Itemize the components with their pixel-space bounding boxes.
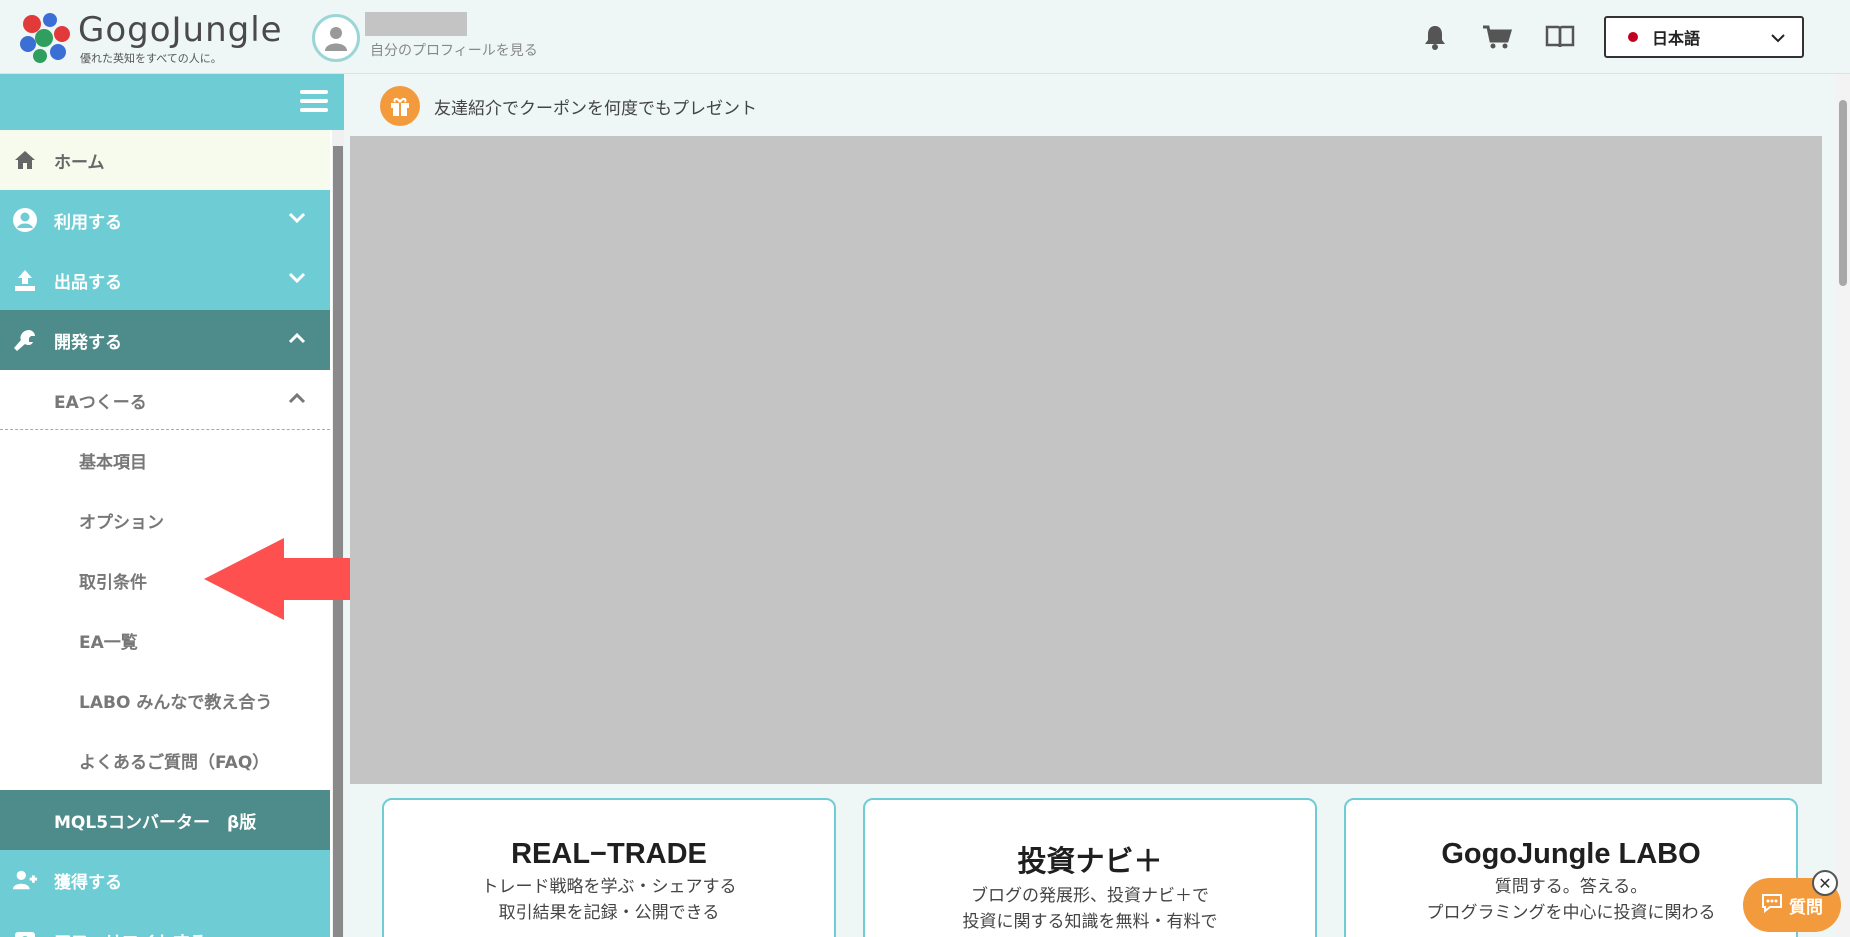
sidebar-item-faq[interactable]: よくあるご質問（FAQ）	[0, 730, 330, 790]
wrench-icon	[12, 327, 38, 353]
sidebar-scrollbar[interactable]	[332, 130, 344, 937]
service-card-real-trade[interactable]: REAL−TRADE トレード戦略を学ぶ・シェアする 取引結果を記録・公開できる	[382, 798, 836, 937]
affiliate-icon	[12, 927, 38, 937]
sidebar-item-label: MQL5コンバーター β版	[54, 812, 257, 833]
red-arrow-annotation-icon	[204, 538, 370, 620]
card-description: ブログの発展形、投資ナビ＋で	[971, 886, 1209, 906]
card-description: 取引結果を記録・公開できる	[498, 903, 720, 923]
gift-icon	[380, 86, 420, 126]
card-title: 投資ナビ＋	[1017, 846, 1163, 878]
referral-banner[interactable]: 友達紹介でクーポンを何度でもプレゼント	[380, 86, 757, 126]
page-scrollbar[interactable]	[1836, 74, 1850, 937]
profile-link[interactable]: 自分のプロフィールを見る	[370, 40, 538, 60]
sidebar-item-label: 獲得する	[54, 872, 122, 893]
sidebar-item-basic[interactable]: 基本項目	[0, 430, 330, 490]
sidebar-item-label: 基本項目	[79, 452, 147, 473]
sidebar-item-label: オプション	[79, 512, 164, 533]
chevron-up-icon	[288, 390, 306, 409]
sidebar-item-label: 取引条件	[79, 572, 147, 593]
sidebar-item-home[interactable]: ホーム	[0, 130, 330, 190]
sidebar: ホーム 利用する 出品する 開発する EAつくーる 基本項目 オプション 取引条…	[0, 74, 344, 937]
close-icon[interactable]: ✕	[1812, 870, 1838, 896]
cart-icon[interactable]	[1482, 22, 1512, 52]
hero-image-placeholder[interactable]	[350, 136, 1822, 784]
sidebar-item-label: EA一覧	[79, 632, 138, 653]
gogojungle-logo-icon[interactable]	[18, 10, 72, 64]
sidebar-item-label: アフィリエイトする	[54, 928, 207, 937]
user-name-redacted	[365, 12, 467, 36]
sidebar-item-label: ホーム	[54, 152, 105, 173]
logo-wordmark[interactable]: GogoJungle	[78, 10, 283, 50]
chevron-up-icon	[288, 330, 306, 349]
chevron-down-icon	[1770, 30, 1786, 50]
page-scrollbar-thumb[interactable]	[1839, 100, 1847, 286]
service-card-investment-navi[interactable]: 投資ナビ＋ ブログの発展形、投資ナビ＋で 投資に関する知識を無料・有料で	[863, 798, 1317, 937]
sidebar-item-earn[interactable]: 獲得する	[0, 850, 330, 910]
sidebar-item-label: 利用する	[54, 212, 122, 233]
user-circle-icon	[12, 207, 38, 233]
hamburger-menu-icon[interactable]	[300, 90, 328, 114]
logo-tagline: 優れた英知をすべての人に。	[80, 52, 222, 65]
sidebar-item-label: 開発する	[54, 332, 122, 353]
language-select[interactable]: 日本語	[1604, 16, 1804, 58]
card-description: トレード戦略を学ぶ・シェアする	[481, 877, 737, 897]
sidebar-item-label: EAつくーる	[54, 392, 147, 413]
sidebar-item-label: よくあるご質問（FAQ）	[79, 752, 270, 773]
avatar[interactable]	[312, 14, 360, 62]
home-icon	[12, 147, 38, 173]
card-title: REAL−TRADE	[511, 838, 707, 870]
sidebar-top-bar	[0, 74, 344, 130]
bell-icon[interactable]	[1420, 22, 1450, 52]
sidebar-item-label: 出品する	[54, 272, 122, 293]
card-description: 投資に関する知識を無料・有料で	[962, 912, 1218, 932]
card-description: プログラミングを中心に投資に関わる	[1426, 903, 1716, 923]
sidebar-item-develop[interactable]: 開発する	[0, 310, 330, 370]
chat-bubble-icon	[1761, 893, 1783, 918]
card-description: 質問する。答える。	[1494, 877, 1648, 897]
chevron-down-icon	[288, 270, 306, 289]
sidebar-item-mql5-converter[interactable]: MQL5コンバーター β版	[0, 790, 330, 850]
japan-flag-icon	[1628, 32, 1638, 42]
user-plus-icon	[12, 867, 38, 893]
language-label: 日本語	[1652, 29, 1701, 48]
card-title: GogoJungle LABO	[1441, 838, 1701, 870]
sidebar-item-use[interactable]: 利用する	[0, 190, 330, 250]
service-card-labo[interactable]: GogoJungle LABO 質問する。答える。 プログラミングを中心に投資に…	[1344, 798, 1798, 937]
book-icon[interactable]	[1545, 22, 1575, 52]
upload-icon	[12, 267, 38, 293]
top-header: GogoJungle 優れた英知をすべての人に。 自分のプロフィールを見る 日本…	[0, 0, 1850, 74]
sidebar-item-labo[interactable]: LABO みんなで教え合う	[0, 670, 330, 730]
sidebar-item-affiliate[interactable]: アフィリエイトする	[0, 910, 330, 937]
sidebar-item-ea-tool[interactable]: EAつくーる	[0, 370, 330, 430]
sidebar-item-sell[interactable]: 出品する	[0, 250, 330, 310]
referral-banner-text: 友達紹介でクーポンを何度でもプレゼント	[434, 98, 757, 119]
sidebar-item-label: LABO みんなで教え合う	[79, 692, 273, 713]
chevron-down-icon	[288, 210, 306, 229]
chat-label: 質問	[1789, 897, 1823, 918]
